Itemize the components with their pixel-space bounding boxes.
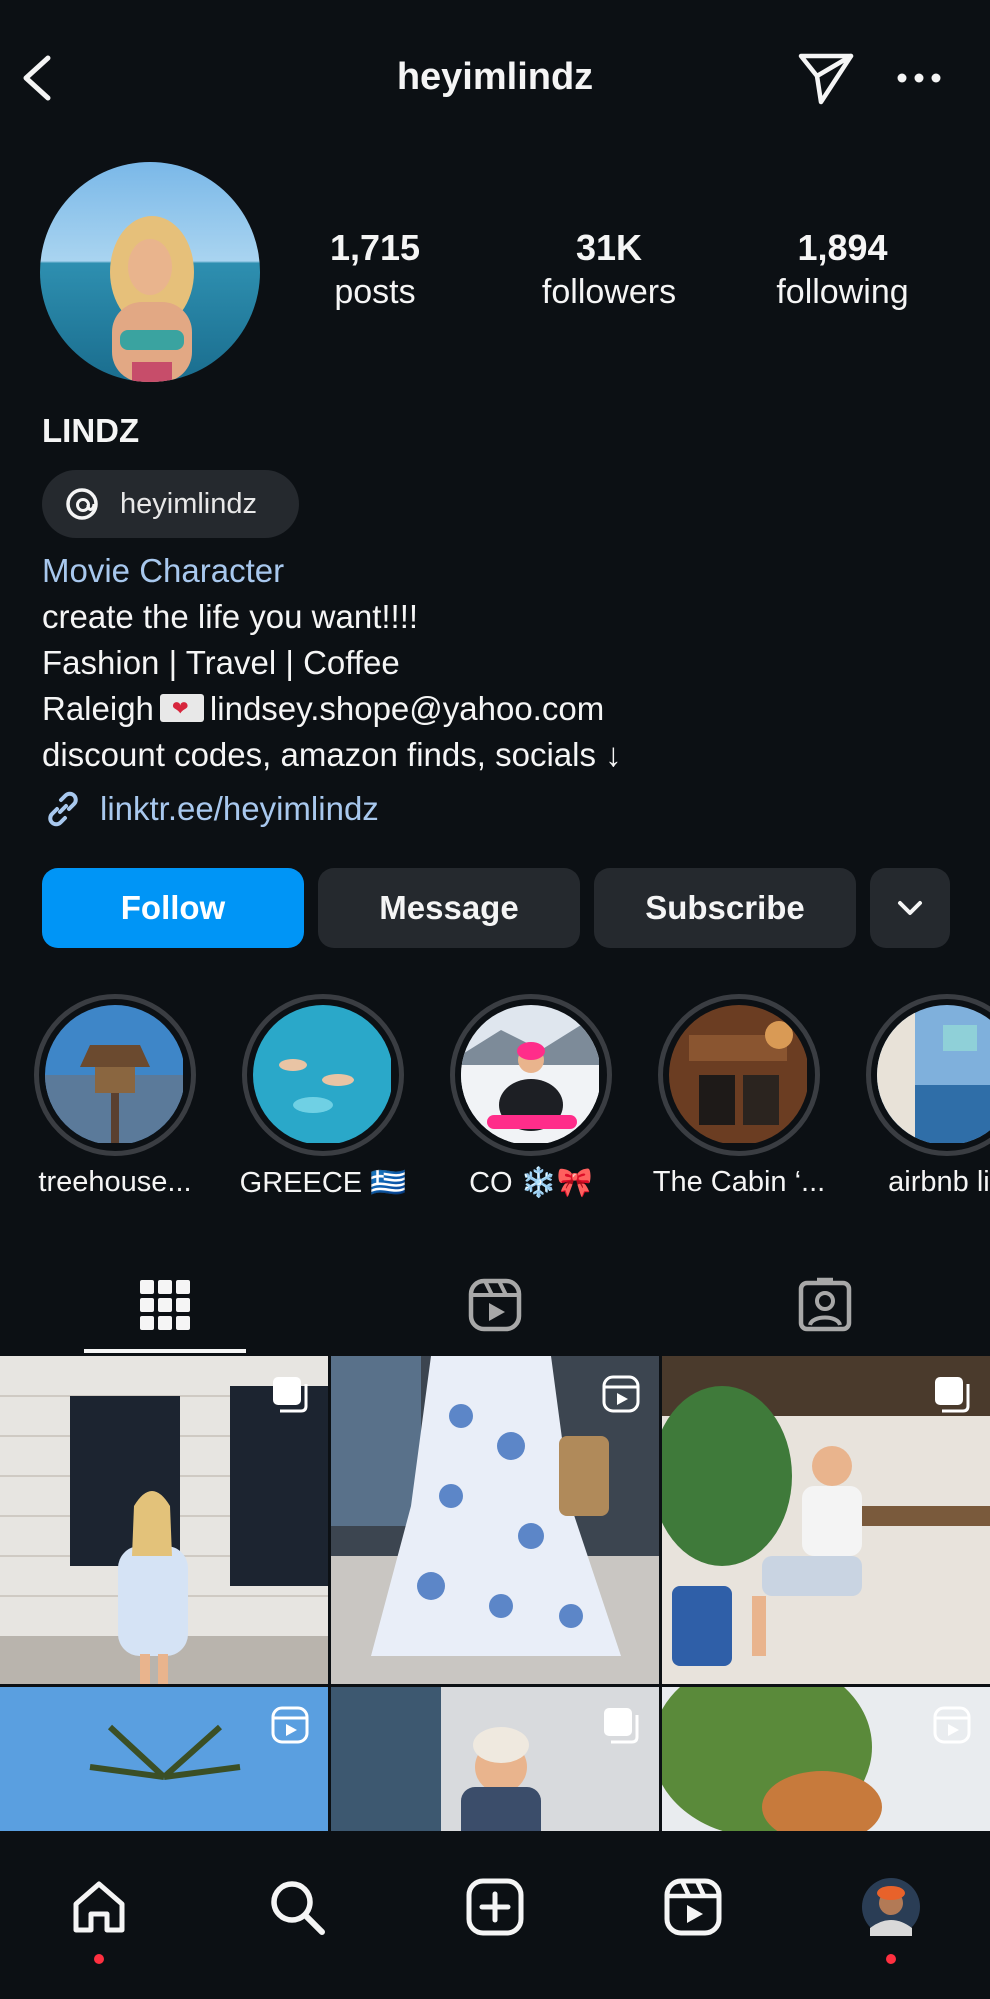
following-count: 1,894	[797, 227, 888, 268]
reel-badge-icon	[933, 1706, 971, 1744]
carousel-icon	[273, 1377, 308, 1413]
bio-email[interactable]: lindsey.shope@yahoo.com	[210, 690, 604, 727]
profile-link[interactable]: linktr.ee/heyimlindz	[42, 788, 379, 830]
profile-link-text: linktr.ee/heyimlindz	[100, 790, 379, 827]
active-tab-indicator	[84, 1349, 246, 1353]
highlight-cover	[253, 1005, 393, 1145]
followers-label: followers	[541, 273, 677, 311]
post-thumbnail[interactable]	[0, 1687, 328, 1831]
post-thumbnail[interactable]	[662, 1687, 990, 1831]
threads-icon	[66, 488, 98, 520]
nav-search[interactable]	[262, 1872, 332, 1942]
post-thumbnail[interactable]	[0, 1356, 328, 1684]
send-button[interactable]	[797, 50, 855, 106]
add-post-icon	[466, 1878, 524, 1936]
highlight-label: The Cabin ‘...	[652, 1166, 826, 1198]
reels-icon	[468, 1278, 522, 1332]
more-options-button[interactable]	[896, 58, 942, 98]
profile-avatar[interactable]	[40, 162, 260, 382]
highlight-cover	[669, 1005, 809, 1145]
nav-profile[interactable]	[856, 1872, 926, 1942]
search-icon	[271, 1881, 325, 1935]
post-thumbnail[interactable]	[662, 1356, 990, 1684]
display-name: LINDZ	[42, 412, 140, 449]
tagged-icon	[798, 1277, 852, 1332]
highlight-label: GREECE 🇬🇷	[239, 1167, 407, 1199]
more-icon	[897, 73, 941, 83]
bio-line: Fashion | Travel | Coffee	[42, 644, 400, 681]
grid-icon	[140, 1280, 190, 1330]
posts-count: 1,715	[329, 227, 421, 268]
bio-line: discount codes, amazon finds, socials ↓	[42, 736, 622, 773]
chevron-down-icon	[898, 901, 922, 915]
highlight-label: airbnb lin	[888, 1166, 990, 1198]
highlight-ring	[34, 994, 196, 1156]
followers-count: 31K	[575, 227, 643, 268]
bio-city: Raleigh	[42, 690, 154, 727]
followers-stat[interactable]: 31K followers	[525, 226, 693, 314]
nav-home[interactable]	[64, 1872, 134, 1942]
reels-icon	[664, 1878, 722, 1936]
reel-badge-icon	[602, 1375, 640, 1413]
highlight-ring	[450, 994, 612, 1156]
profile-category: Movie Character	[42, 552, 285, 589]
profile-avatar-icon	[862, 1878, 920, 1936]
post-thumbnail[interactable]	[331, 1687, 659, 1831]
posts-label: posts	[334, 273, 416, 311]
post-thumbnail[interactable]	[331, 1356, 659, 1684]
posts-stat: 1,715 posts	[300, 226, 450, 314]
carousel-icon	[935, 1377, 970, 1413]
bio: Movie Character create the life you want…	[42, 548, 962, 778]
home-notification-dot	[94, 1954, 104, 1964]
tab-posts-grid[interactable]	[0, 1260, 330, 1350]
link-icon	[48, 791, 78, 827]
love-letter-icon	[159, 694, 204, 723]
highlight-ring	[866, 994, 990, 1156]
subscribe-button[interactable]: Subscribe	[594, 868, 856, 948]
follow-button[interactable]: Follow	[42, 868, 304, 948]
threads-badge[interactable]: heyimlindz	[42, 470, 299, 538]
highlight-label: treehouse...	[38, 1166, 192, 1198]
highlight-ring	[658, 994, 820, 1156]
suggested-accounts-button[interactable]	[870, 868, 950, 948]
bottom-navigation	[0, 1832, 990, 1999]
highlight-label: CO ❄️🎀	[469, 1167, 593, 1199]
home-icon	[73, 1881, 125, 1933]
reel-badge-icon	[271, 1706, 309, 1744]
tab-tagged[interactable]	[660, 1260, 990, 1350]
highlight-cover	[461, 1005, 601, 1145]
highlight-cover	[45, 1005, 185, 1145]
nav-create[interactable]	[460, 1872, 530, 1942]
following-label: following	[776, 273, 909, 311]
tab-reels[interactable]	[330, 1260, 660, 1350]
nav-reels[interactable]	[658, 1872, 728, 1942]
carousel-icon	[604, 1708, 639, 1744]
profile-photo-image	[40, 162, 260, 382]
send-icon	[798, 53, 854, 105]
bio-line: create the life you want!!!!	[42, 598, 419, 635]
highlight-cover	[877, 1005, 990, 1145]
profile-header: heyimlindz	[0, 0, 990, 160]
profile-notification-dot	[886, 1954, 896, 1964]
following-stat[interactable]: 1,894 following	[755, 226, 930, 314]
message-button[interactable]: Message	[318, 868, 580, 948]
threads-handle: heyimlindz	[120, 487, 257, 520]
posts-grid	[0, 1356, 990, 1831]
highlight-ring	[242, 994, 404, 1156]
bio-line-contact: Raleigh lindsey.shope@yahoo.com	[42, 686, 962, 732]
